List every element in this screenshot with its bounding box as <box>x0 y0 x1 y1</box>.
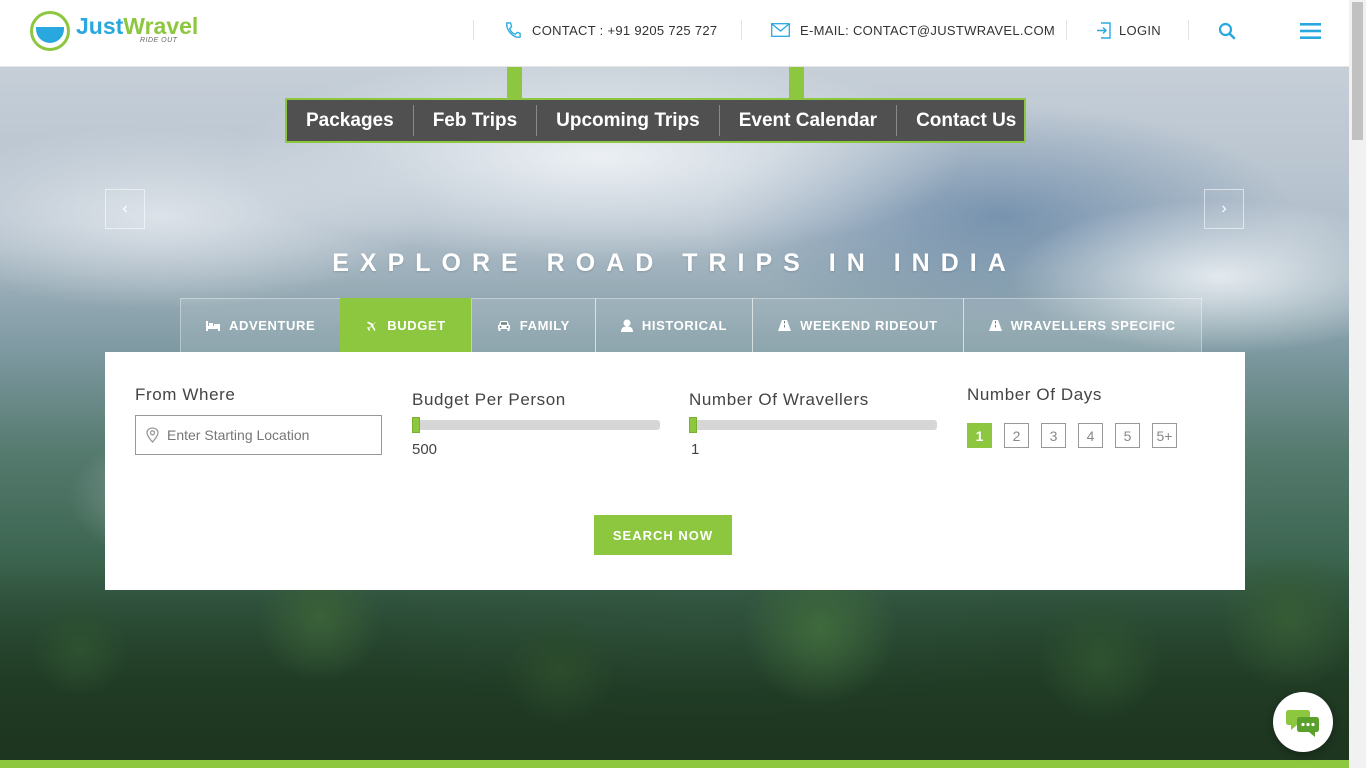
main-nav: Packages Feb Trips Upcoming Trips Event … <box>285 98 1026 143</box>
chevron-right-icon: › <box>1221 200 1227 217</box>
bottom-accent-bar <box>0 760 1349 768</box>
day-option-1[interactable]: 1 <box>967 423 992 448</box>
contact-email-link[interactable]: E-MAIL: CONTACT@JUSTWRAVEL.COM <box>771 20 1055 40</box>
justwravel-logo[interactable]: JustWravel RIDE OUT <box>30 11 199 51</box>
budget-value: 500 <box>412 441 438 458</box>
nav-hanger <box>789 67 804 99</box>
contact-email-label: E-MAIL: CONTACT@JUSTWRAVEL.COM <box>800 22 1056 38</box>
tab-wravellers-specific[interactable]: WRAVELLERS SPECIFIC <box>962 298 1202 352</box>
logo-text: JustWravel <box>76 13 199 39</box>
hamburger-menu-icon <box>1299 23 1321 39</box>
slider-next-button[interactable]: › <box>1204 189 1244 229</box>
from-where-label: From Where <box>135 385 236 404</box>
header-divider <box>741 20 742 40</box>
budget-label: Budget Per Person <box>412 390 566 409</box>
tab-historical[interactable]: HISTORICAL <box>594 298 754 352</box>
budget-slider[interactable] <box>412 417 660 433</box>
category-tabs: ADVENTURE BUDGET FAMILY HISTORICAL WEEKE… <box>180 298 1202 352</box>
tab-label: HISTORICAL <box>641 318 728 333</box>
nav-item-contact-us[interactable]: Contact Us <box>897 105 1035 136</box>
nav-item-upcoming-trips[interactable]: Upcoming Trips <box>537 105 720 136</box>
wravellers-label: Number Of Wravellers <box>689 390 869 409</box>
search-icon <box>1218 22 1236 40</box>
plane-icon <box>367 320 378 331</box>
nav-item-packages[interactable]: Packages <box>287 105 414 136</box>
chat-bubbles-icon <box>1286 710 1319 737</box>
nav-item-feb-trips[interactable]: Feb Trips <box>414 105 538 136</box>
chat-widget-button[interactable] <box>1273 692 1333 752</box>
logo-mark-icon <box>30 11 70 51</box>
nav-item-event-calendar[interactable]: Event Calendar <box>720 105 898 136</box>
tab-label: WRAVELLERS SPECIFIC <box>1010 318 1176 333</box>
trip-search-panel: From Where Budget Per Person 500 Number … <box>105 352 1245 590</box>
header-divider <box>1188 20 1189 40</box>
header-divider <box>473 20 474 40</box>
tab-label: FAMILY <box>519 318 570 333</box>
menu-button[interactable] <box>1299 20 1321 42</box>
nav-hanger <box>507 67 522 99</box>
envelope-icon <box>771 23 790 37</box>
starting-location-field[interactable] <box>135 415 382 455</box>
wravellers-value: 1 <box>691 441 700 458</box>
days-selector: 1 2 3 4 5 5+ <box>967 423 1177 448</box>
tab-label: WEEKEND RIDEOUT <box>800 318 938 333</box>
scrollbar-thumb[interactable] <box>1352 2 1363 140</box>
contact-phone-label: CONTACT : +91 9205 725 727 <box>532 22 718 38</box>
bed-icon <box>206 320 220 331</box>
tab-adventure[interactable]: ADVENTURE <box>180 298 342 352</box>
page-scrollbar[interactable] <box>1349 0 1366 768</box>
tab-label: BUDGET <box>387 318 446 333</box>
logo-tagline: RIDE OUT <box>140 37 178 44</box>
contact-phone-link[interactable]: CONTACT : +91 9205 725 727 <box>503 20 717 40</box>
map-pin-icon <box>146 427 159 443</box>
day-option-4[interactable]: 4 <box>1078 423 1103 448</box>
chevron-left-icon: ‹ <box>122 200 128 217</box>
day-option-2[interactable]: 2 <box>1004 423 1029 448</box>
wravellers-slider-handle[interactable] <box>689 417 697 433</box>
tab-label: ADVENTURE <box>229 318 316 333</box>
hero-title: EXPLORE ROAD TRIPS IN INDIA <box>332 249 1017 277</box>
tab-budget[interactable]: BUDGET <box>340 298 472 352</box>
road-icon <box>988 320 1002 331</box>
days-label: Number Of Days <box>967 385 1102 404</box>
wravellers-slider[interactable] <box>689 417 937 433</box>
tab-weekend-rideout[interactable]: WEEKEND RIDEOUT <box>752 298 964 352</box>
day-option-5-plus[interactable]: 5+ <box>1152 423 1177 448</box>
day-option-3[interactable]: 3 <box>1041 423 1066 448</box>
login-link[interactable]: LOGIN <box>1096 20 1161 40</box>
budget-slider-handle[interactable] <box>412 417 420 433</box>
phone-icon <box>506 21 521 38</box>
road-icon <box>778 320 792 331</box>
login-icon <box>1097 21 1111 39</box>
site-header: JustWravel RIDE OUT CONTACT : +91 9205 7… <box>0 0 1349 67</box>
search-button[interactable] <box>1216 20 1238 42</box>
day-option-5[interactable]: 5 <box>1115 423 1140 448</box>
car-icon <box>497 321 510 331</box>
login-label: LOGIN <box>1119 22 1161 38</box>
tab-family[interactable]: FAMILY <box>470 298 596 352</box>
search-now-button[interactable]: SEARCH NOW <box>594 515 732 555</box>
starting-location-input[interactable] <box>167 427 367 443</box>
header-divider <box>1066 20 1067 40</box>
user-icon <box>620 319 633 332</box>
slider-prev-button[interactable]: ‹ <box>105 189 145 229</box>
